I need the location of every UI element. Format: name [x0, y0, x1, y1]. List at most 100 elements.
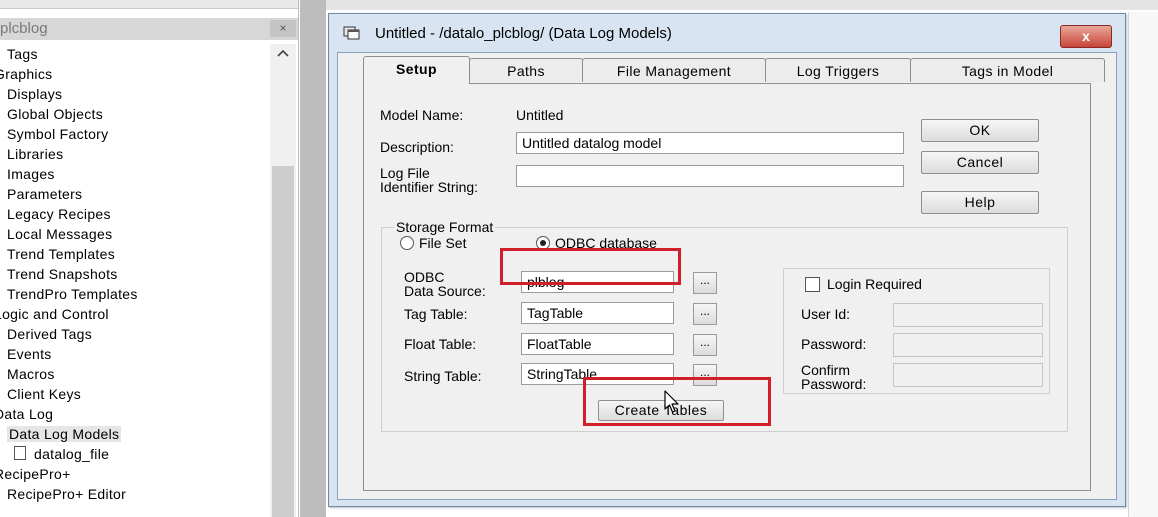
- tree-item-label: Global Objects: [7, 106, 104, 122]
- explorer-toolbar-strip: [0, 0, 298, 9]
- confirm-password-input[interactable]: [893, 363, 1043, 387]
- user-id-input[interactable]: [893, 303, 1043, 327]
- mouse-cursor-icon: [664, 390, 680, 418]
- tree-item[interactable]: RecipePro+ Editor: [0, 484, 268, 504]
- explorer-scrollbar[interactable]: [270, 44, 296, 517]
- login-required-checkbox[interactable]: [805, 277, 820, 292]
- tree-item[interactable]: Data Log: [0, 404, 268, 424]
- cancel-button[interactable]: Cancel: [921, 151, 1039, 174]
- tag-table-input[interactable]: [521, 302, 674, 324]
- scrollbar-thumb[interactable]: [272, 166, 294, 517]
- tree-item-label: Data Log Models: [7, 426, 122, 442]
- scroll-up-icon[interactable]: [270, 44, 296, 62]
- tree-item[interactable]: datalog_file: [0, 444, 268, 464]
- explorer-tree: Tags Graphics Displays Global Objects Symbol…: [0, 44, 268, 504]
- float-table-input[interactable]: [521, 333, 674, 355]
- log-file-label-line2: Identifier String:: [380, 179, 479, 195]
- user-id-label: User Id:: [801, 306, 851, 322]
- confirm-password-label-line2: Password:: [801, 376, 867, 392]
- tree-item-label: Local Messages: [7, 226, 113, 242]
- file-icon: [14, 446, 26, 460]
- log-file-identifier-input[interactable]: [516, 165, 904, 187]
- window-icon: [343, 26, 361, 40]
- model-name-label: Model Name:: [380, 107, 464, 123]
- tree-item-label: Symbol Factory: [7, 126, 109, 142]
- tree-item-label: Data Log: [0, 406, 54, 422]
- tree-item[interactable]: Tags: [0, 44, 268, 64]
- storage-format-label: Storage Format: [394, 219, 496, 235]
- setup-panel: Model Name: Untitled Description: Log Fi…: [363, 83, 1091, 491]
- dialog-title: Untitled - /datalo_plcblog/ (Data Log Mo…: [375, 25, 672, 42]
- tree-item[interactable]: Parameters: [0, 184, 268, 204]
- tree-item-label: Trend Templates: [7, 246, 115, 262]
- tree-item-label: Trend Snapshots: [7, 266, 118, 282]
- help-button[interactable]: Help: [921, 191, 1039, 214]
- tree-item-label: Tags: [7, 46, 38, 62]
- confirm-password-label-line1: Confirm: [801, 362, 851, 378]
- tree-item-label: TrendPro Templates: [7, 286, 138, 302]
- model-name-value: Untitled: [516, 107, 564, 123]
- dialog-client: Setup Paths File Management Log Triggers…: [337, 52, 1117, 500]
- tree-item[interactable]: Trend Templates: [0, 244, 268, 264]
- tree-item-label: Legacy Recipes: [7, 206, 111, 222]
- tree-item[interactable]: Legacy Recipes: [0, 204, 268, 224]
- tree-item-label: Macros: [7, 366, 55, 382]
- tree-item-label: Images: [7, 166, 55, 182]
- odbc-source-highlight-box: [500, 248, 681, 285]
- file-set-radio[interactable]: [400, 236, 414, 250]
- workspace-right-border: [1128, 12, 1158, 517]
- odbc-source-label-line1: ODBC: [404, 269, 445, 285]
- explorer-title: plcblog: [0, 20, 48, 37]
- tag-table-browse-button[interactable]: ...: [693, 303, 717, 325]
- string-table-label: String Table:: [404, 368, 482, 384]
- tree-item-label: Events: [7, 346, 52, 362]
- tab-file-management[interactable]: File Management: [582, 58, 766, 82]
- tree-item[interactable]: Images: [0, 164, 268, 184]
- tree-item[interactable]: Derived Tags: [0, 324, 268, 344]
- explorer-header: plcblog ×: [0, 18, 298, 40]
- workspace-left-border: [300, 0, 326, 517]
- tree-item-label: Displays: [7, 86, 63, 102]
- tree-item-label: RecipePro+ Editor: [7, 486, 127, 502]
- tree-item-label: Logic and Control: [0, 306, 109, 322]
- description-input[interactable]: [516, 132, 904, 154]
- log-file-label-line1: Log File: [380, 165, 430, 181]
- tree-item[interactable]: Client Keys: [0, 384, 268, 404]
- file-set-label: File Set: [419, 235, 467, 251]
- odbc-browse-button[interactable]: ...: [693, 272, 717, 294]
- tree-item[interactable]: Trend Snapshots: [0, 264, 268, 284]
- tree-item-label: Libraries: [7, 146, 64, 162]
- tree-item-label: Graphics: [0, 66, 53, 82]
- dialog-titlebar[interactable]: Untitled - /datalo_plcblog/ (Data Log Mo…: [329, 14, 1125, 52]
- tree-item-label: datalog_file: [34, 446, 110, 462]
- tab-log-triggers[interactable]: Log Triggers: [765, 58, 911, 82]
- tree-item[interactable]: Global Objects: [0, 104, 268, 124]
- tree-item[interactable]: Logic and Control: [0, 304, 268, 324]
- tree-item[interactable]: Graphics: [0, 64, 268, 84]
- description-label: Description:: [380, 139, 454, 155]
- float-table-browse-button[interactable]: ...: [693, 334, 717, 356]
- tree-item[interactable]: TrendPro Templates: [0, 284, 268, 304]
- tab-setup[interactable]: Setup: [363, 56, 470, 84]
- tag-table-label: Tag Table:: [404, 306, 468, 322]
- float-table-label: Float Table:: [404, 336, 477, 352]
- tree-item-label: Client Keys: [7, 386, 82, 402]
- tree-item[interactable]: Displays: [0, 84, 268, 104]
- data-log-model-dialog: Untitled - /datalo_plcblog/ (Data Log Mo…: [328, 13, 1126, 507]
- explorer-close-button[interactable]: ×: [270, 20, 296, 37]
- odbc-source-label-line2: Data Source:: [404, 283, 486, 299]
- tree-item[interactable]: Data Log Models: [0, 424, 268, 444]
- tree-item[interactable]: Symbol Factory: [0, 124, 268, 144]
- tree-item[interactable]: Local Messages: [0, 224, 268, 244]
- tab-tags-in-model[interactable]: Tags in Model: [910, 58, 1105, 82]
- tree-item[interactable]: Macros: [0, 364, 268, 384]
- workspace-top-border: [326, 0, 1158, 10]
- close-button[interactable]: x: [1060, 25, 1112, 48]
- tab-paths[interactable]: Paths: [469, 58, 583, 82]
- ok-button[interactable]: OK: [921, 119, 1039, 142]
- tree-item[interactable]: Events: [0, 344, 268, 364]
- password-input[interactable]: [893, 333, 1043, 357]
- tree-item[interactable]: RecipePro+: [0, 464, 268, 484]
- password-label: Password:: [801, 336, 867, 352]
- tree-item[interactable]: Libraries: [0, 144, 268, 164]
